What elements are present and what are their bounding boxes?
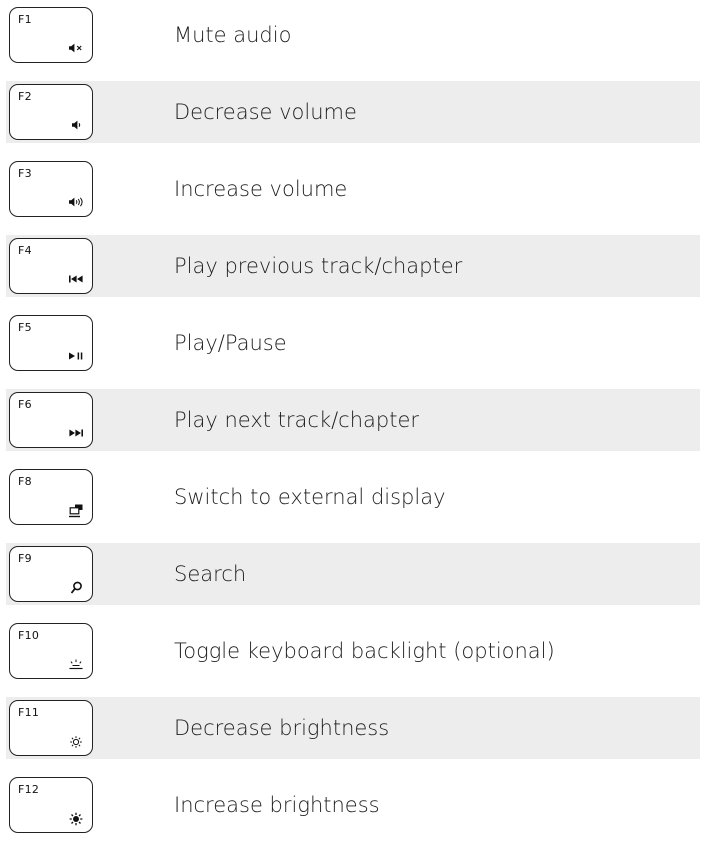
table-row-f6: F6 Play next track/chapter bbox=[6, 389, 700, 451]
f5-key: F5 bbox=[9, 315, 93, 371]
f8-key: F8 bbox=[9, 469, 93, 525]
search-icon bbox=[68, 581, 84, 595]
table-row-f5: F5 Play/Pause bbox=[6, 312, 700, 374]
row-description: Toggle keyboard backlight (optional) bbox=[174, 639, 555, 663]
row-description: Decrease brightness bbox=[174, 716, 390, 740]
table-row-f12: F12 Increase brightness bbox=[6, 774, 700, 836]
f11-key: F11 bbox=[9, 700, 93, 756]
key-label: F1 bbox=[18, 13, 32, 26]
key-label: F5 bbox=[18, 321, 32, 334]
key-label: F11 bbox=[18, 706, 40, 719]
key-label: F3 bbox=[18, 167, 32, 180]
f9-key: F9 bbox=[9, 546, 93, 602]
f6-key: F6 bbox=[9, 392, 93, 448]
play-pause-icon bbox=[68, 350, 84, 362]
external-display-icon bbox=[68, 504, 84, 518]
key-label: F9 bbox=[18, 552, 32, 565]
table-row-f9: F9 Search bbox=[6, 543, 700, 605]
function-key-table: F1 Mute audio F2 Decrease volume F3 Incr… bbox=[0, 0, 705, 848]
table-row-f3: F3 Increase volume bbox=[6, 158, 700, 220]
table-row-f10: F10 Toggle keyboard backlight (optional) bbox=[6, 620, 700, 682]
brightness-down-icon bbox=[68, 735, 84, 749]
key-label: F2 bbox=[18, 90, 32, 103]
key-label: F8 bbox=[18, 475, 32, 488]
table-row-f8: F8 Switch to external display bbox=[6, 466, 700, 528]
brightness-up-icon bbox=[68, 812, 84, 826]
f1-key: F1 bbox=[9, 7, 93, 63]
keyboard-backlight-icon bbox=[68, 658, 84, 670]
table-row-f2: F2 Decrease volume bbox=[6, 81, 700, 143]
f10-key: F10 bbox=[9, 623, 93, 679]
row-description: Increase brightness bbox=[174, 793, 380, 817]
f2-key: F2 bbox=[9, 84, 93, 140]
key-label: F6 bbox=[18, 398, 32, 411]
row-description: Increase volume bbox=[174, 177, 348, 201]
table-row-f11: F11 Decrease brightness bbox=[6, 697, 700, 759]
mute-icon bbox=[68, 42, 84, 54]
row-description: Switch to external display bbox=[174, 485, 446, 509]
f4-key: F4 bbox=[9, 238, 93, 294]
row-description: Play previous track/chapter bbox=[174, 254, 463, 278]
row-description: Play next track/chapter bbox=[174, 408, 420, 432]
f3-key: F3 bbox=[9, 161, 93, 217]
volume-down-icon bbox=[68, 119, 84, 131]
previous-track-icon bbox=[68, 273, 84, 285]
key-label: F12 bbox=[18, 783, 40, 796]
row-description: Mute audio bbox=[174, 23, 292, 47]
row-description: Play/Pause bbox=[174, 331, 287, 355]
volume-up-icon bbox=[68, 196, 84, 208]
row-description: Search bbox=[174, 562, 247, 586]
table-row-f1: F1 Mute audio bbox=[6, 4, 700, 66]
next-track-icon bbox=[68, 427, 84, 439]
row-description: Decrease volume bbox=[174, 100, 357, 124]
table-row-f4: F4 Play previous track/chapter bbox=[6, 235, 700, 297]
f12-key: F12 bbox=[9, 777, 93, 833]
key-label: F4 bbox=[18, 244, 32, 257]
key-label: F10 bbox=[18, 629, 40, 642]
